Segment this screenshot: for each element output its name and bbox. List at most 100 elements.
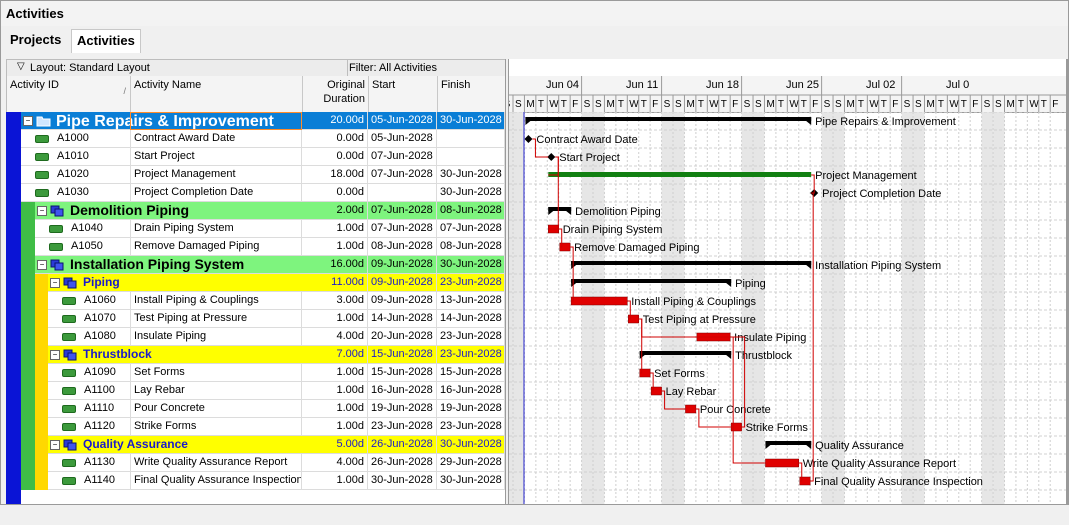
duration-cell: 2.00d [302, 202, 368, 220]
window-title: Activities [6, 6, 64, 21]
collapse-toggle-icon[interactable]: − [37, 260, 47, 270]
activity-row[interactable]: A1020 Project Management 18.00d 07-Jun-2028… [21, 166, 505, 184]
day-letter: S [515, 99, 522, 110]
activity-icon [49, 243, 63, 251]
collapse-toggle-icon[interactable]: − [50, 278, 60, 288]
activity-row[interactable]: A1040 Drain Piping System 1.00d 07-Jun-2028… [35, 220, 505, 238]
week-label: Jun 04 [546, 79, 579, 91]
day-letter: S [595, 99, 602, 110]
activity-icon [62, 387, 76, 395]
cell-divider [130, 130, 131, 148]
activity-icon [62, 297, 76, 305]
wbs-subrow[interactable]: − Quality Assurance 5.00d 26-Jun-2028 30-Jun… [48, 436, 505, 454]
week-label: Jun 18 [706, 79, 739, 91]
activity-row[interactable]: A1090 Set Forms 1.00d 15-Jun-2028 15-Jun-202… [48, 364, 505, 382]
day-letter: F [572, 99, 578, 110]
duration-cell: 20.00d [302, 112, 368, 130]
col-start[interactable]: Start [369, 76, 438, 112]
wbs-level-band [21, 202, 35, 256]
col-activity-id-label: Activity ID [10, 79, 59, 91]
day-letter: S [744, 99, 751, 110]
wbs-subrow[interactable]: − Piping 11.00d 09-Jun-2028 23-Jun-2028 [48, 274, 505, 292]
chevron-down-icon[interactable]: ▽ [17, 61, 25, 72]
start-cell: 14-Jun-2028 [368, 310, 437, 328]
bar-label: Final Quality Assurance Inspection [814, 476, 983, 488]
collapse-toggle-icon[interactable]: − [50, 440, 60, 450]
day-letter: T [1018, 99, 1024, 110]
duration-cell: 4.00d [302, 328, 368, 346]
col-activity-name[interactable]: Activity Name [131, 76, 303, 112]
weekend-shade [753, 112, 765, 504]
day-letter: F [812, 99, 818, 110]
activity-icon [35, 189, 49, 197]
activity-row[interactable]: A1060 Install Piping & Couplings 3.00d 09-J… [48, 292, 505, 310]
layout-label[interactable]: Layout: Standard Layout [30, 62, 150, 74]
tab-projects[interactable]: Projects [5, 29, 66, 52]
wbs-icon [63, 277, 77, 289]
duration-cell: 0.00d [302, 130, 368, 148]
col-finish[interactable]: Finish [438, 76, 506, 112]
day-letter: F [652, 99, 658, 110]
day-letter: M [526, 99, 534, 110]
gantt-timescale: Jun 04Jun 11Jun 18Jun 25Jul 02Jul 0SSMTW… [509, 76, 1068, 113]
day-letter: M [606, 99, 614, 110]
start-cell: 08-Jun-2028 [368, 238, 437, 256]
day-letter: T [801, 99, 807, 110]
wbs-sublevel-band [35, 436, 48, 490]
activity-row[interactable]: A1110 Pour Concrete 1.00d 19-Jun-2028 19-Jun… [48, 400, 505, 418]
activity-id: A1090 [84, 366, 116, 378]
activity-row[interactable]: A1000 Contract Award Date 0.00d 05-Jun-2028 [21, 130, 505, 148]
cell-divider [130, 238, 131, 256]
day-letter: M [766, 99, 774, 110]
relationship-line [548, 156, 559, 230]
col-duration-label-1: Original [327, 79, 365, 91]
activity-row[interactable]: A1010 Start Project 0.00d 07-Jun-2028 [21, 148, 505, 166]
finish-cell: 30-Jun-2028 [437, 184, 505, 202]
activity-icon [35, 153, 49, 161]
activity-row[interactable]: A1030 Project Completion Date 0.00d 30-Jun-… [21, 184, 505, 202]
critical-bar [765, 458, 799, 468]
activity-row[interactable]: A1100 Lay Rebar 1.00d 16-Jun-2028 16-Jun-202… [48, 382, 505, 400]
col-activity-id[interactable]: Activity ID / [7, 76, 131, 112]
wbs-row[interactable]: − Installation Piping System 16.00d 09-Jun-… [35, 256, 505, 274]
filter-label[interactable]: Filter: All Activities [349, 62, 437, 74]
start-cell: 09-Jun-2028 [368, 256, 437, 274]
cell-divider [130, 418, 131, 436]
critical-bar [570, 296, 628, 306]
day-letter: W [549, 99, 559, 110]
col-duration[interactable]: Original Duration [303, 76, 369, 112]
weekend-shade [673, 112, 685, 504]
activity-row[interactable]: A1140 Final Quality Assurance Inspection 1… [48, 472, 505, 490]
activity-name: Contract Award Date [134, 130, 302, 148]
duration-cell: 1.00d [302, 220, 368, 238]
gantt-chart: Pipe Repairs & Improvement Contract Award… [509, 112, 1068, 504]
activity-row[interactable]: A1130 Write Quality Assurance Report 4.00d… [48, 454, 505, 472]
day-letter: T [858, 99, 864, 110]
week-label: Jul 0 [946, 79, 969, 91]
cell-divider [130, 472, 131, 490]
wbs-row[interactable]: − Demolition Piping 2.00d 07-Jun-2028 08-Jun… [35, 202, 505, 220]
collapse-toggle-icon[interactable]: − [37, 206, 47, 216]
activity-row[interactable]: A1080 Insulate Piping 4.00d 20-Jun-2028 23-J… [48, 328, 505, 346]
finish-cell: 15-Jun-2028 [437, 364, 505, 382]
day-letter: M [1006, 99, 1014, 110]
wbs-subrow[interactable]: − Thrustblock 7.00d 15-Jun-2028 23-Jun-2028 [48, 346, 505, 364]
activity-row[interactable]: A1120 Strike Forms 1.00d 23-Jun-2028 23-Jun-… [48, 418, 505, 436]
duration-cell: 0.00d [302, 184, 368, 202]
project-row[interactable]: − Pipe Repairs & Improvement 20.00d 05-Jun-… [21, 112, 505, 130]
day-letter: F [892, 99, 898, 110]
collapse-toggle-icon[interactable]: − [50, 350, 60, 360]
activity-name: Strike Forms [134, 418, 302, 436]
milestone-diamond [547, 153, 556, 161]
day-letter: T [778, 99, 784, 110]
activity-row[interactable]: A1050 Remove Damaged Piping 1.00d 08-Jun-20… [35, 238, 505, 256]
activity-icon [62, 477, 76, 485]
activity-id: A1130 [84, 456, 115, 468]
finish-cell: 30-Jun-2028 [437, 112, 505, 130]
tab-activities[interactable]: Activities [71, 29, 141, 53]
bar-label: Project Completion Date [822, 188, 941, 200]
activity-table: − Pipe Repairs & Improvement 20.00d 05-Jun-… [6, 112, 505, 504]
collapse-toggle-icon[interactable]: − [23, 116, 33, 126]
activity-row[interactable]: A1070 Test Piping at Pressure 1.00d 14-Jun-… [48, 310, 505, 328]
start-cell: 15-Jun-2028 [368, 346, 437, 364]
